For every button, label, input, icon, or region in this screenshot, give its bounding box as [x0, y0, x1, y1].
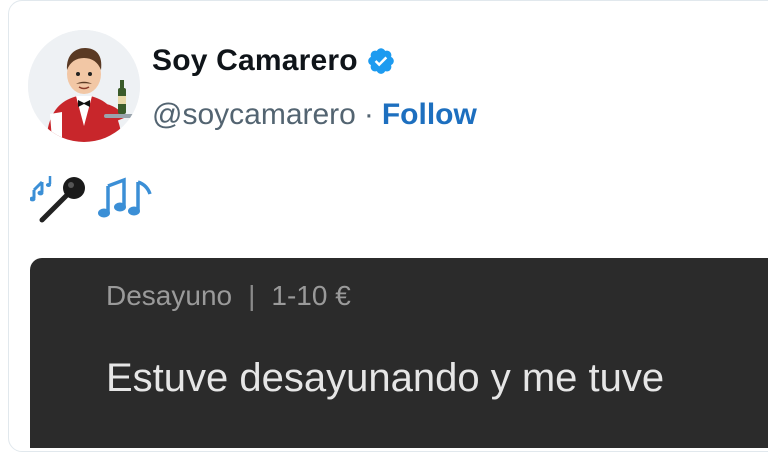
verified-badge-icon: [368, 48, 394, 74]
musical-notes-icon: [98, 177, 152, 218]
embedded-price-range: 1-10 €: [271, 280, 351, 311]
embedded-header: Desayuno | 1-10 €: [106, 280, 351, 312]
follow-button[interactable]: Follow: [382, 98, 477, 132]
waiter-avatar-icon: [28, 30, 140, 142]
tweet-text: [30, 172, 154, 224]
handle-row: @soycamarero · Follow: [152, 98, 477, 132]
author-handle[interactable]: @soycamarero: [152, 98, 356, 132]
author-name-row[interactable]: Soy Camarero: [152, 44, 396, 78]
avatar[interactable]: [28, 30, 140, 142]
musical-notes-microphone-icon: [30, 176, 85, 223]
embedded-text: Estuve desayunando y me tuve: [106, 356, 665, 400]
embedded-divider: |: [248, 280, 256, 311]
handle-separator: ·: [363, 98, 374, 131]
embedded-category: Desayuno: [106, 280, 233, 311]
author-name[interactable]: Soy Camarero: [152, 44, 358, 78]
